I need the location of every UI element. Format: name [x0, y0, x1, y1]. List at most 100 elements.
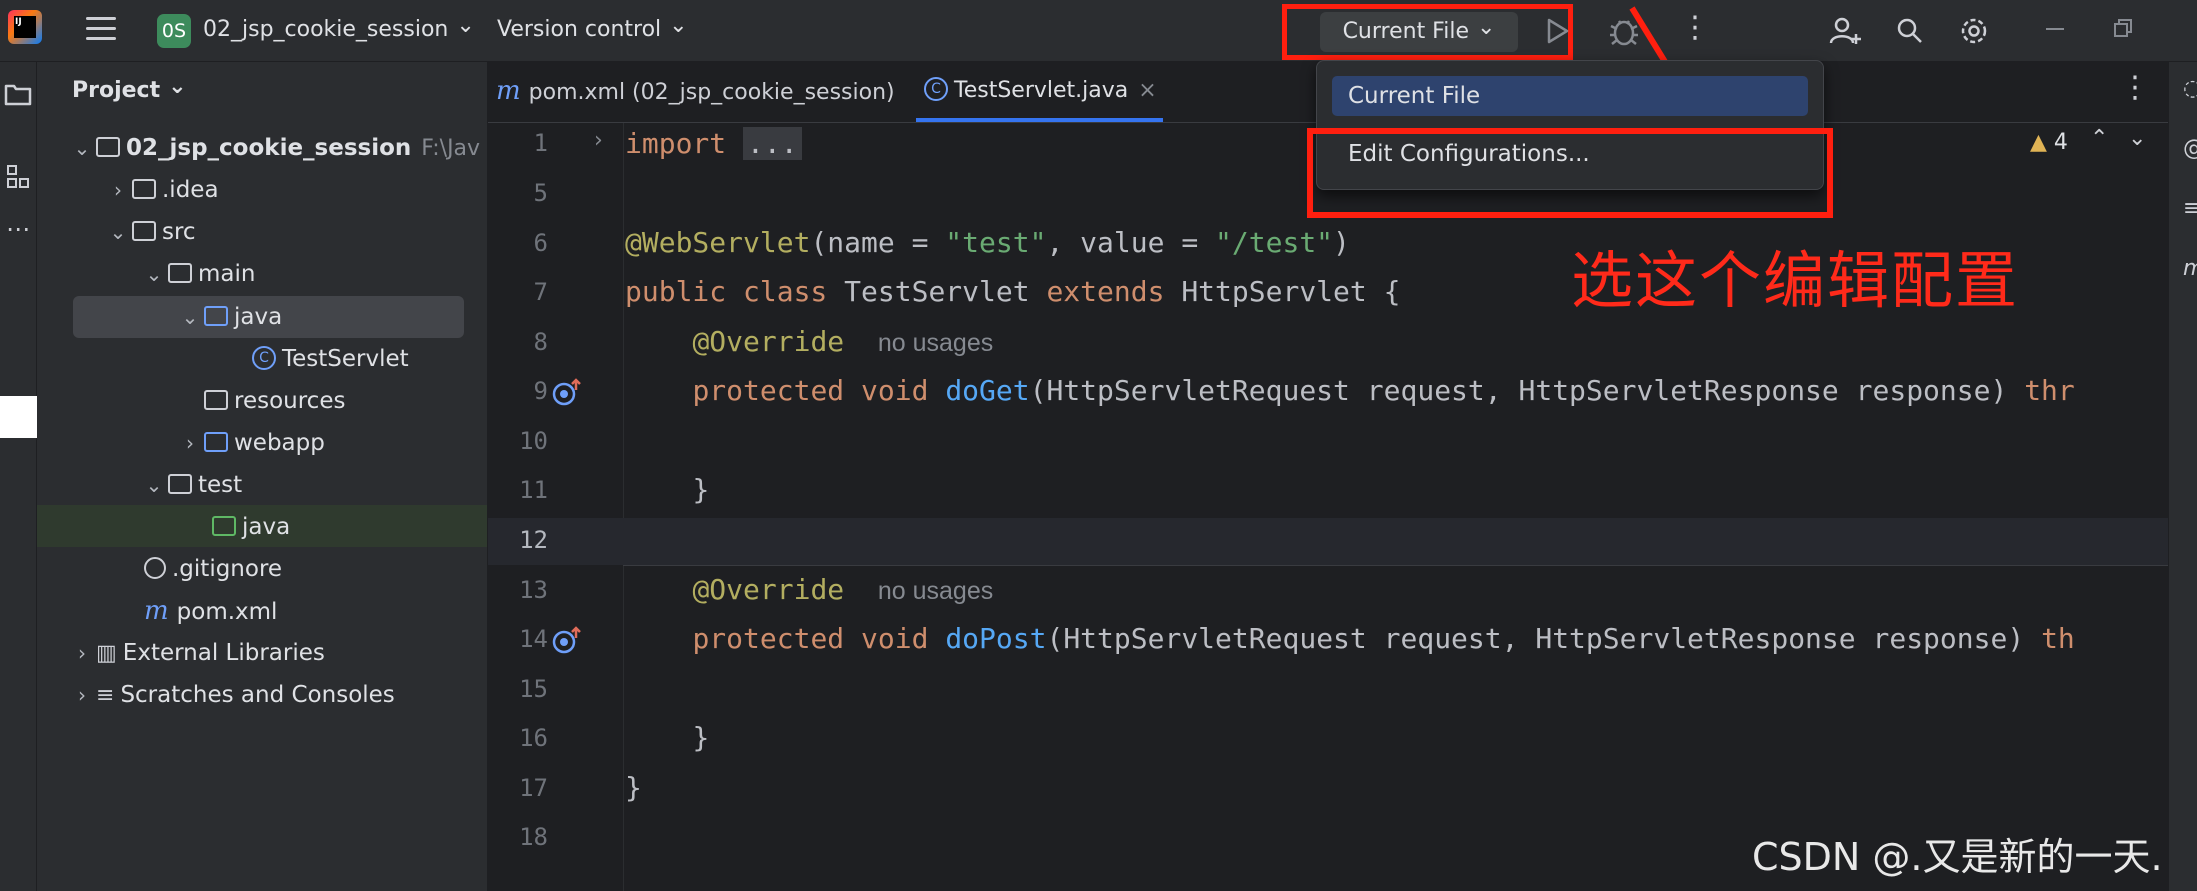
tree-item-scratches[interactable]: › ≡ Scratches and Consoles — [68, 674, 395, 716]
current-line-highlight — [488, 518, 2168, 565]
code-token: @Override — [692, 573, 845, 606]
module-folder-icon — [96, 136, 120, 157]
settings-gear-icon[interactable] — [1955, 12, 1993, 50]
usages-hint[interactable]: no usages — [878, 329, 993, 357]
code-token: } — [692, 473, 710, 506]
implements-method-icon[interactable] — [551, 376, 583, 408]
code-token: import — [625, 127, 727, 160]
line-number: 14 — [519, 625, 548, 653]
root-path-hint: F:\Jav — [421, 136, 481, 161]
tree-item-test[interactable]: ⌄ test — [140, 464, 243, 506]
collapse-arrow-icon[interactable]: ⌄ — [176, 296, 204, 338]
ai-assistant-icon[interactable]: @ — [2183, 136, 2197, 161]
next-highlight-icon[interactable]: ⌄ — [2128, 126, 2146, 151]
usages-hint[interactable]: no usages — [878, 577, 993, 605]
tree-item-test-java[interactable]: java — [212, 506, 290, 548]
project-view-header[interactable]: Project — [72, 78, 187, 103]
previous-highlight-icon[interactable]: ⌃ — [2090, 126, 2108, 151]
tree-item-idea[interactable]: › .idea — [104, 169, 219, 211]
restore-window-icon[interactable] — [2108, 14, 2138, 44]
popup-item-current-file[interactable]: Current File — [1332, 76, 1808, 116]
tree-item-resources[interactable]: resources — [176, 380, 345, 422]
code-line-17[interactable]: } — [625, 771, 642, 804]
code-line-8[interactable]: @Override no usages — [625, 325, 993, 358]
main-menu-icon[interactable] — [86, 15, 116, 43]
watermark: CSDN @.又是新的一天. — [1752, 835, 2163, 879]
close-tab-icon[interactable]: × — [1138, 78, 1156, 103]
active-tab-indicator — [916, 118, 1163, 122]
project-tool-window-icon[interactable] — [0, 74, 36, 114]
expand-arrow-icon[interactable]: › — [68, 632, 96, 674]
code-line-13[interactable]: @Override no usages — [625, 573, 993, 606]
add-user-icon[interactable] — [1826, 12, 1864, 50]
notifications-icon[interactable]: ◌ — [2183, 76, 2197, 101]
tab-testservlet-java[interactable]: C TestServlet.java × — [924, 62, 1157, 122]
line-number: 8 — [533, 328, 548, 356]
tree-item-webapp[interactable]: › webapp — [176, 422, 325, 464]
tab-options-icon[interactable]: ⋮ — [2120, 70, 2150, 105]
folder-icon — [132, 220, 156, 241]
line-number: 6 — [533, 229, 548, 257]
code-line-7[interactable]: public class TestServlet extends HttpSer… — [625, 275, 1400, 308]
code-line-14[interactable]: protected void doPost(HttpServletRequest… — [625, 622, 2074, 655]
expand-arrow-icon[interactable]: › — [68, 674, 96, 716]
code-line-6[interactable]: @WebServlet(name = "test", value = "/tes… — [625, 226, 1350, 259]
tree-item-label: External Libraries — [122, 640, 325, 666]
tree-item-src[interactable]: ⌄ src — [104, 211, 196, 253]
line-number: 7 — [533, 278, 548, 306]
expand-arrow-icon[interactable]: › — [104, 169, 132, 211]
folder-icon — [132, 178, 156, 199]
current-line-border — [623, 565, 2168, 566]
line-number: 13 — [519, 576, 548, 604]
project-selector[interactable]: 02_jsp_cookie_session — [203, 17, 475, 42]
run-icon[interactable] — [1543, 12, 1573, 50]
collapse-arrow-icon[interactable]: ⌄ — [140, 464, 168, 506]
tree-item-label: Scratches and Consoles — [120, 682, 395, 708]
collapse-arrow-icon[interactable]: ⌄ — [104, 211, 132, 253]
project-badge[interactable]: 0S — [157, 14, 191, 48]
tree-item-testservlet[interactable]: C TestServlet — [252, 338, 409, 380]
structure-tool-window-icon[interactable] — [0, 156, 36, 196]
minimize-window-icon[interactable] — [2040, 14, 2070, 44]
expand-arrow-icon[interactable]: › — [176, 422, 204, 464]
code-token: (HttpServletRequest request, HttpServlet… — [1029, 374, 2025, 407]
code-line-11[interactable]: } — [625, 473, 709, 506]
code-token: HttpServlet { — [1164, 275, 1401, 308]
collapse-arrow-icon[interactable]: ⌄ — [68, 127, 96, 169]
search-icon[interactable] — [1891, 12, 1929, 50]
tree-item-main[interactable]: ⌄ main — [140, 253, 256, 295]
tree-item-label: TestServlet — [282, 346, 409, 372]
inspection-widget[interactable]: ▲ 4 — [2030, 130, 2068, 155]
database-icon[interactable]: ≡ — [2183, 196, 2197, 221]
web-folder-icon — [204, 431, 228, 452]
scratches-icon: ≡ — [96, 683, 115, 708]
version-control-menu[interactable]: Version control — [497, 17, 688, 42]
implements-method-icon[interactable] — [551, 624, 583, 656]
code-token: protected void — [692, 622, 929, 655]
code-line-1[interactable]: import ... — [625, 127, 802, 160]
more-tool-windows-icon[interactable]: ⋯ — [0, 215, 36, 245]
fold-expand-icon[interactable]: › — [594, 128, 603, 153]
code-token: @WebServlet — [625, 226, 811, 259]
code-token: public class — [625, 275, 828, 308]
line-number: 16 — [519, 724, 548, 752]
tab-pom-xml[interactable]: m pom.xml (02_jsp_cookie_session) — [496, 62, 895, 122]
intellij-logo-icon[interactable]: IJ — [8, 10, 42, 44]
code-line-16[interactable]: } — [625, 721, 709, 754]
code-line-9[interactable]: protected void doGet(HttpServletRequest … — [625, 374, 2074, 407]
logo-text: IJ — [14, 16, 36, 38]
folded-imports[interactable]: ... — [743, 127, 802, 160]
maven-tool-icon[interactable]: m — [2183, 256, 2197, 281]
warning-icon: ▲ — [2030, 130, 2047, 155]
tree-item-root[interactable]: ⌄ 02_jsp_cookie_session F:\Jav — [68, 127, 480, 169]
line-number: 9 — [533, 377, 548, 405]
tree-item-java[interactable]: ⌄ java — [176, 296, 283, 338]
resources-folder-icon — [204, 389, 228, 410]
code-token: doGet — [945, 374, 1030, 407]
code-token: protected void — [692, 374, 929, 407]
tree-item-external-libraries[interactable]: › ▥ External Libraries — [68, 632, 325, 674]
tree-item-gitignore[interactable]: .gitignore — [144, 548, 282, 590]
code-token: TestServlet — [827, 275, 1047, 308]
collapse-arrow-icon[interactable]: ⌄ — [140, 253, 168, 295]
tree-item-pom[interactable]: m pom.xml — [144, 590, 277, 632]
